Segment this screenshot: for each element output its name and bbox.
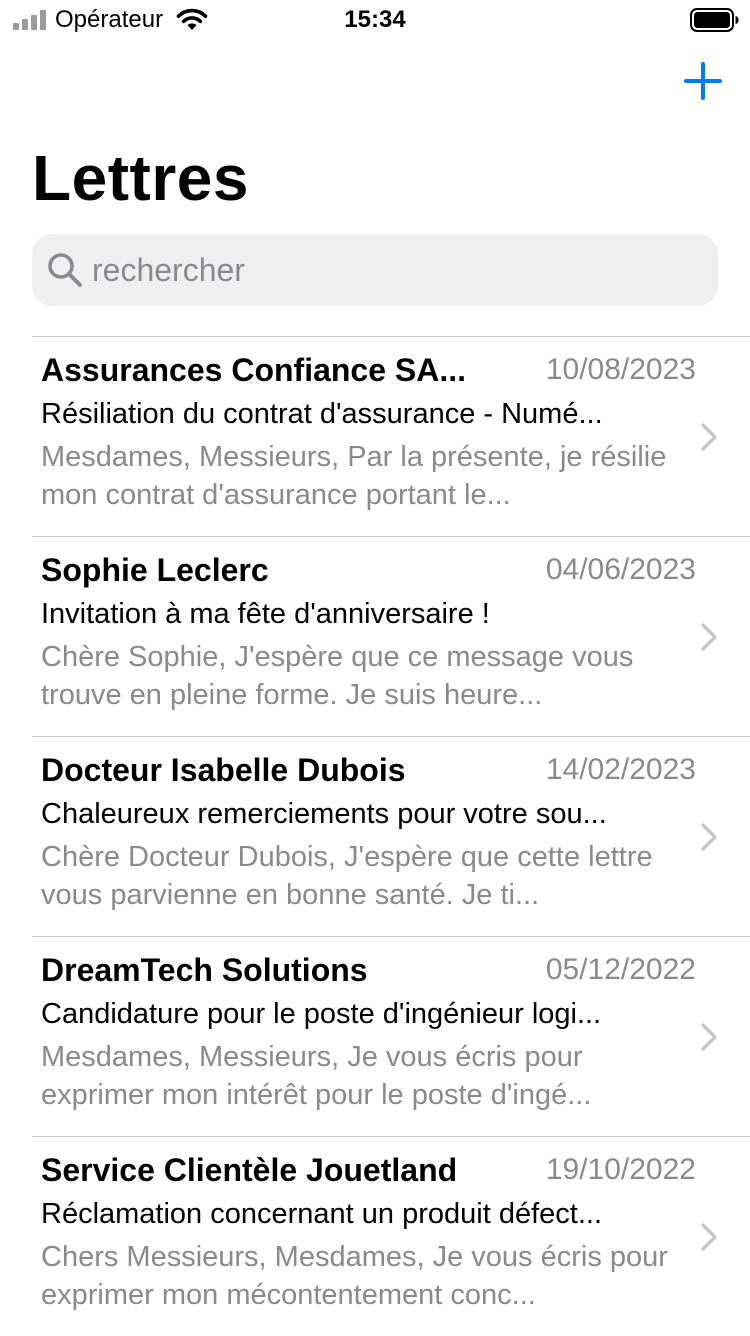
letter-preview: Chère Docteur Dubois, J'espère que cette… <box>41 841 653 911</box>
search-icon <box>48 253 82 287</box>
letter-subject: Réclamation concernant un produit défect… <box>41 1198 602 1230</box>
letter-date: 19/10/2022 <box>545 1153 696 1186</box>
letter-row[interactable]: Assurances Confiance SA... 10/08/2023 Ré… <box>0 336 750 536</box>
letter-row[interactable]: Sophie Leclerc 04/06/2023 Invitation à m… <box>0 536 750 736</box>
letter-date: 05/12/2022 <box>545 953 696 986</box>
letter-date: 04/06/2023 <box>545 553 696 586</box>
chevron-right-icon <box>701 1223 717 1251</box>
letter-sender: Sophie Leclerc <box>41 552 269 588</box>
letter-row[interactable]: DreamTech Solutions 05/12/2022 Candidatu… <box>0 936 750 1136</box>
letter-preview: Mesdames, Messieurs, Par la présente, je… <box>41 441 667 511</box>
letter-row[interactable]: Docteur Isabelle Dubois 14/02/2023 Chale… <box>0 736 750 936</box>
add-letter-button[interactable] <box>682 60 724 102</box>
status-bar: Opérateur 15:34 <box>0 0 750 40</box>
letter-sender: Service Clientèle Jouetland <box>41 1152 458 1188</box>
letter-subject: Résiliation du contrat d'assurance - Num… <box>41 398 603 430</box>
status-time: 15:34 <box>344 6 406 33</box>
letter-subject: Candidature pour le poste d'ingénieur lo… <box>41 998 602 1030</box>
letter-sender: Assurances Confiance SA... <box>41 352 467 388</box>
letter-preview: Chers Messieurs, Mesdames, Je vous écris… <box>41 1241 668 1311</box>
page-title: Lettres <box>32 142 249 214</box>
letter-date: 10/08/2023 <box>545 353 696 386</box>
letter-preview: Mesdames, Messieurs, Je vous écris pour … <box>41 1041 592 1111</box>
chevron-right-icon <box>701 1023 717 1051</box>
letter-sender: Docteur Isabelle Dubois <box>41 752 406 788</box>
letter-sender: DreamTech Solutions <box>41 952 368 988</box>
letters-list: Assurances Confiance SA... 10/08/2023 Ré… <box>0 336 750 1336</box>
letter-row[interactable]: Service Clientèle Jouetland 19/10/2022 R… <box>0 1136 750 1336</box>
chevron-right-icon <box>701 623 717 651</box>
chevron-right-icon <box>701 823 717 851</box>
battery-icon <box>690 8 739 32</box>
letter-subject: Invitation à ma fête d'anniversaire ! <box>41 598 490 630</box>
letter-date: 14/02/2023 <box>545 753 696 786</box>
search-bar[interactable] <box>32 234 718 306</box>
search-input[interactable] <box>92 234 702 306</box>
letter-preview: Chère Sophie, J'espère que ce message vo… <box>41 641 634 711</box>
letter-subject: Chaleureux remerciements pour votre sou.… <box>41 798 607 830</box>
chevron-right-icon <box>701 423 717 451</box>
